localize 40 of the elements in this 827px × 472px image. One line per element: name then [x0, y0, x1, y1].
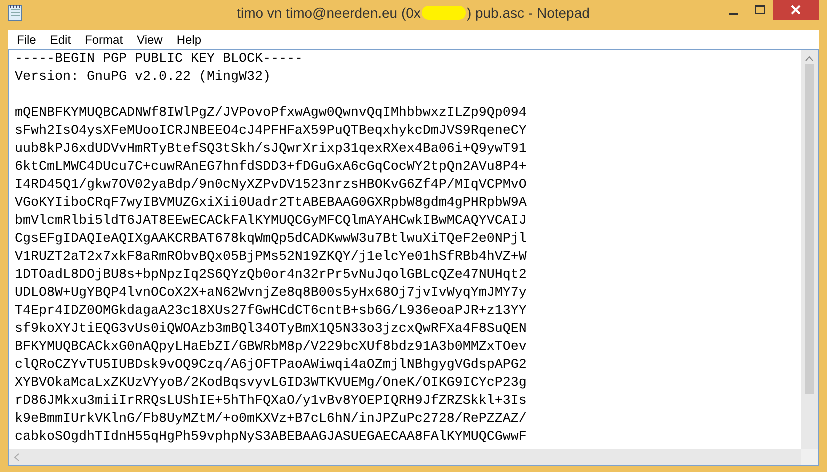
text-line: mQENBFKYMUQBCADNWf8IWlPgZ/JVPovoPfxwAgw0QwnvQqIMhbbwxzILZp9Qp094: [15, 105, 528, 123]
text-line: Version: GnuPG v2.0.22 (MingW32): [15, 69, 272, 87]
text-line: bmVlcmRlbi5ldT6JAT8EEwECACkFAlKYMUQCGyMFCQlmAYAHCwkIBwMCAQYVCAIJ: [15, 213, 528, 231]
scrollbar-corner: [801, 449, 818, 465]
text-line: sFwh2IsO4ysXFeMUooICRJNBEEO4cJ4PFHFaX59PuQTBeqxhykcDmJVS9RqeneCY: [15, 123, 528, 141]
maximize-icon: [754, 5, 764, 15]
window-title: ) pub.asc - Notepad: [466, 5, 590, 21]
text-editor[interactable]: [8, 49, 819, 466]
scroll-left-icon[interactable]: [14, 452, 20, 462]
vertical-scrollbar[interactable]: [801, 50, 818, 449]
text-line: 6ktCmLMWC4DUcu7C+cuwRAnEG7hnfdSDD3+fDGuGxA6cGqCocWY2tpQn2AVu8P4+: [15, 159, 528, 177]
text-line: V1RUZT2aT2x7xkF8aRmRObvBQx05BjPMs52N19ZKQY/j1elcYe01hSfRBb4hVZ+W: [15, 249, 528, 267]
text-line: VGoKYIiboCRqF7wyIBVMUZGxiXii0Uadr2TtABEBAAG0GXRpbW8gdm4gPHRpbW9A: [15, 195, 528, 213]
text-line: CgsEFgIDAQIeAQIXgAAKCRBAT678kqWmQp5dCADKwwW3u7BtlwuXiTQeF2e0NPjl: [15, 231, 528, 249]
window-title: timo vn timo@neerden.eu (0x: [237, 5, 421, 21]
text-line: uub8kPJ6xdUDVvHmRTyBtefSQ3tSkh/sJQwrXrixp31qexRXex4Ba06i+Q9ywT91: [15, 141, 528, 159]
close-button[interactable]: [773, 0, 819, 20]
close-icon: [791, 5, 801, 15]
horizontal-scrollbar[interactable]: [9, 449, 801, 465]
text-line: rD86JMkxu3miiIrRRQsLUShIE+5hThFQXaO/y1vBv8YOEPIQRH9JfZRZSkkl+3Is: [15, 393, 528, 411]
menu-item[interactable]: View: [130, 30, 170, 49]
minimize-icon: [728, 13, 738, 15]
text-line: T4Epr4IDZ0OMGkdagaA23c18XUs27fGwHCdCT6cntB+sb6G/L936eoaPJR+z13YY: [15, 303, 528, 321]
notepad-icon: [8, 4, 24, 22]
text-line: I4RD45Q1/gkw7OV02yaBdp/9n0cNyXZPvDV1523nrzsHBOKvG6Zf4P/MIqVCPMvO: [15, 177, 528, 195]
text-line: UDLO8W+UgYBQP4lvnOCoX2X+aN62WvnjZe8q8B00s5yHx68Oj7jvIvWyqYmJMY7y: [15, 285, 528, 303]
menu-item[interactable]: Help: [170, 30, 209, 49]
text-line: 1DTOadL8DOjBU8s+bpNpzIq2S6QYzQb0or4n32rPr5vNuJqolGBLcQZe47NUHqt2: [15, 267, 528, 285]
text-line: clQRoCZYvTU5IUBDsk9vOQ9Czq/A6jOFTPaoAWiwqi4aOZmjlNBhgygVGdspAPG2: [15, 357, 528, 375]
scroll-up-icon[interactable]: [805, 56, 814, 62]
text-line: sf9koXYJtiEQG3vUs0iQWOAzb3mBQl34OTyBmX1Q5N33o3jzcxQwRFXa4F8SuQEN: [15, 321, 528, 339]
menu-item[interactable]: Format: [78, 30, 130, 49]
menu-item[interactable]: File: [10, 30, 44, 49]
menu-item[interactable]: Edit: [43, 30, 78, 49]
text-line: cabkoSOgdhTIdnH55qHgPh59vphpNyS3ABEBAAGJASUEGAECAA8FAlKYMUQCGwwF: [15, 429, 528, 447]
text-line: XYBVOkaMcaLxZKUzVYyoB/2KodBqsvyvLGID3WTKVUEMg/OneK/OIKG9ICYcP23g: [15, 375, 528, 393]
text-line: -----BEGIN PGP PUBLIC KEY BLOCK-----: [15, 51, 304, 69]
scrollbar-thumb[interactable]: [805, 64, 814, 394]
text-line: BFKYMUQBCACkxG0nAQpyLHaEbZI/GBWRbM8p/V229bcXUf8bdz91A3b0MMZxTOev: [15, 339, 528, 357]
text-line: k9eBmmIUrkVKlnG/Fb8UyMZtM/+o0mKXVz+B7cL6hN/inJPZuPc2728/RePZZAZ/: [15, 411, 528, 429]
